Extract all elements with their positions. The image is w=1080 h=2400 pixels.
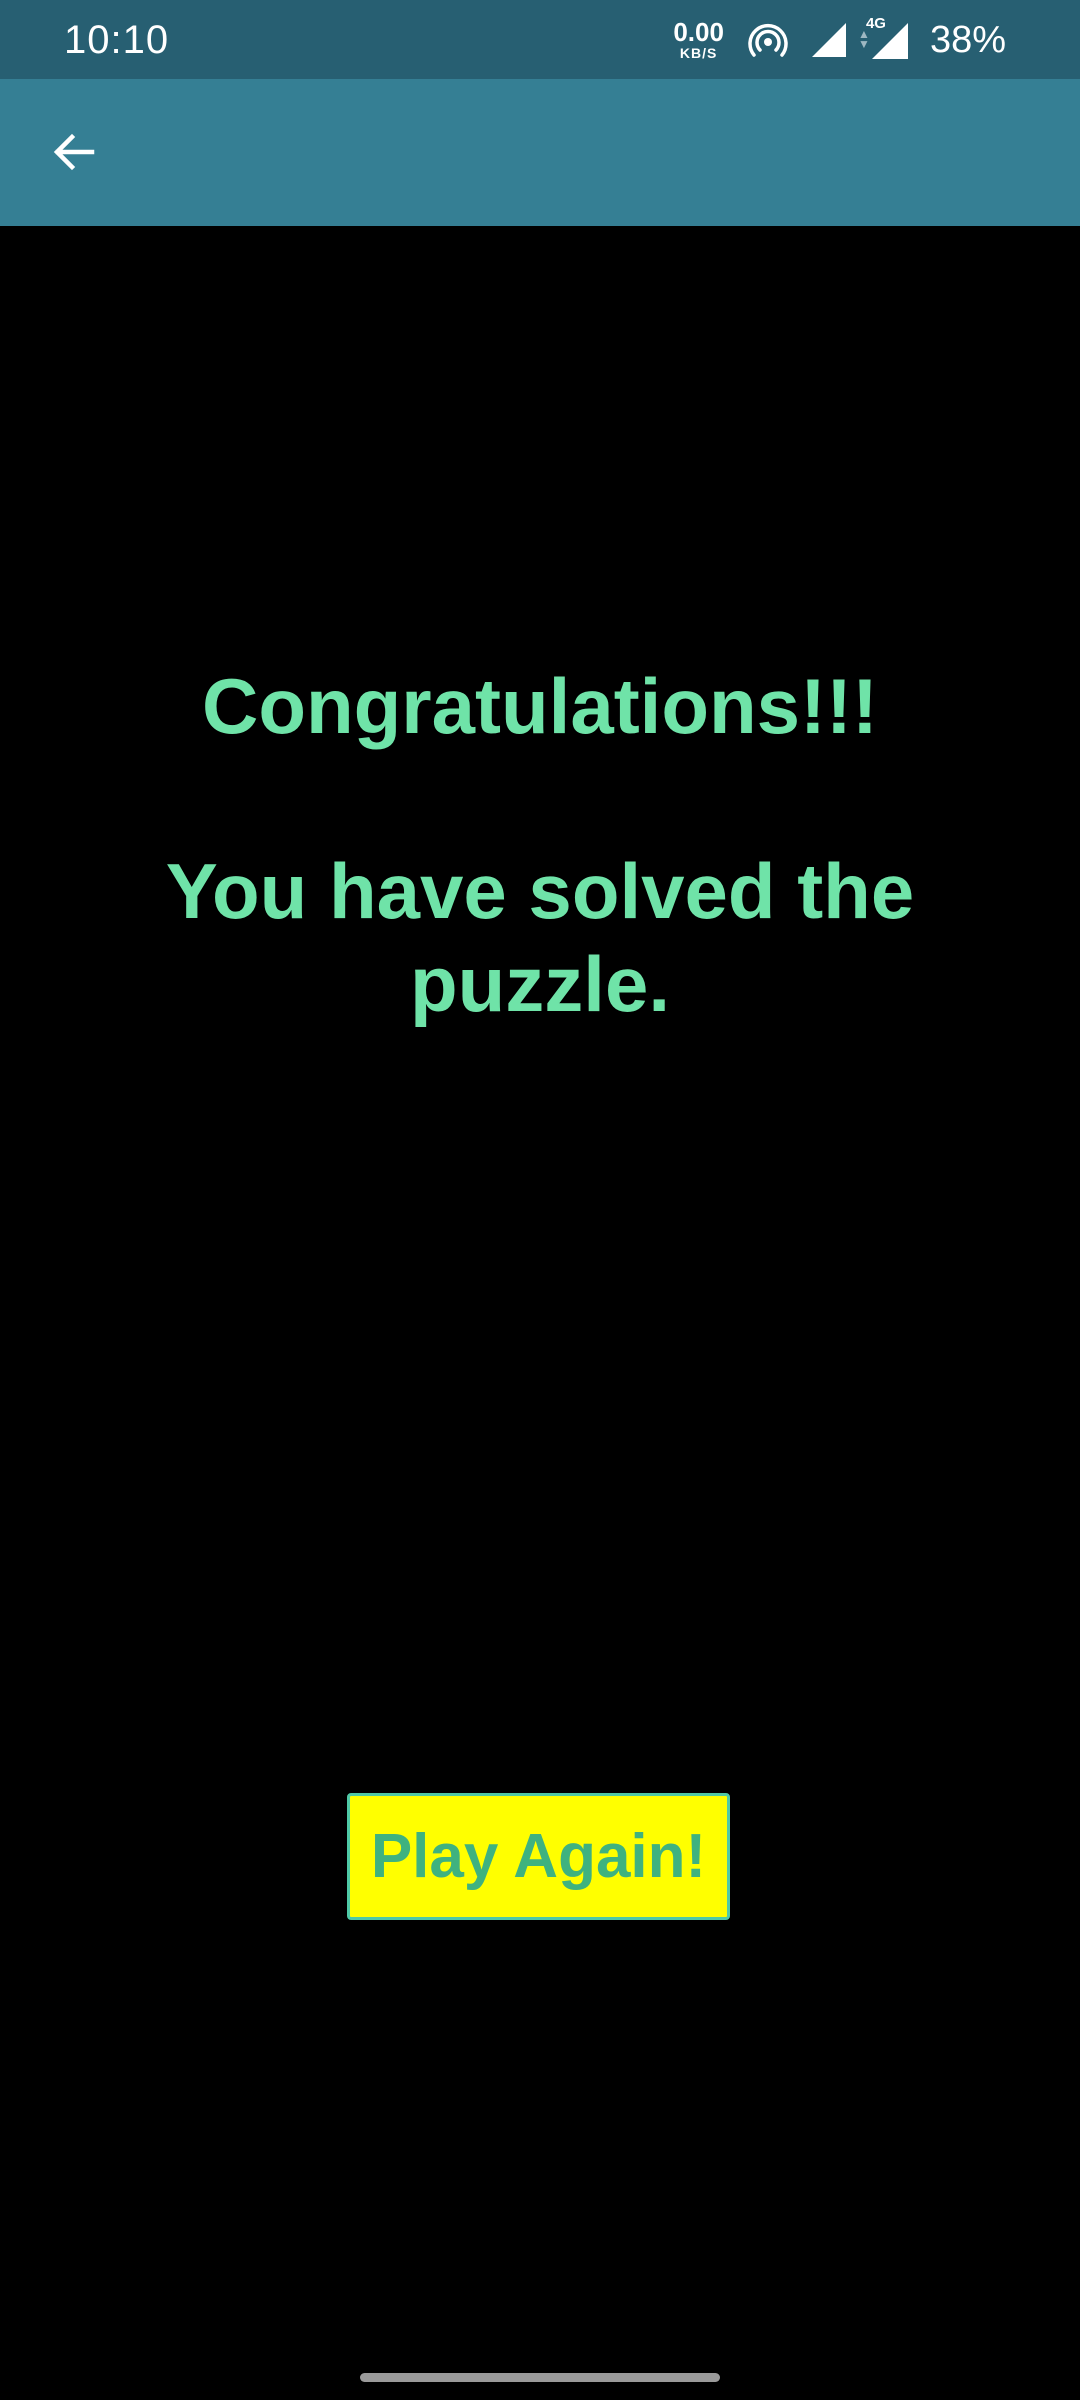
app-bar <box>0 79 1080 226</box>
play-again-button[interactable]: Play Again! <box>347 1793 730 1920</box>
status-time: 10:10 <box>64 18 170 62</box>
network-speed-value: 0.00 <box>673 17 724 47</box>
navigation-handle[interactable] <box>360 2373 720 2382</box>
network-speed: 0.00 KB/S <box>673 19 724 61</box>
screen: 10:10 0.00 KB/S ▲ ▼ 4G 38% Congratulatio… <box>0 0 1080 2400</box>
arrow-back-icon <box>53 133 95 171</box>
battery-level: 38% <box>929 19 1006 61</box>
signal-icon <box>811 23 846 57</box>
back-button[interactable] <box>44 119 104 185</box>
network-speed-unit: KB/S <box>679 45 718 61</box>
hotspot-icon <box>748 24 788 57</box>
data-arrows-icon: ▲ ▼ <box>857 27 870 51</box>
status-icons: 0.00 KB/S ▲ ▼ 4G 38% <box>673 14 1006 66</box>
signal-4g: ▲ ▼ 4G <box>857 15 908 61</box>
signal-4g-icon <box>871 23 908 59</box>
puzzle-solved-text: You have solved the puzzle. <box>165 847 915 1028</box>
status-bar: 10:10 0.00 KB/S ▲ ▼ 4G 38% <box>0 0 1080 79</box>
congratulations-text: Congratulations!!! <box>202 662 878 750</box>
